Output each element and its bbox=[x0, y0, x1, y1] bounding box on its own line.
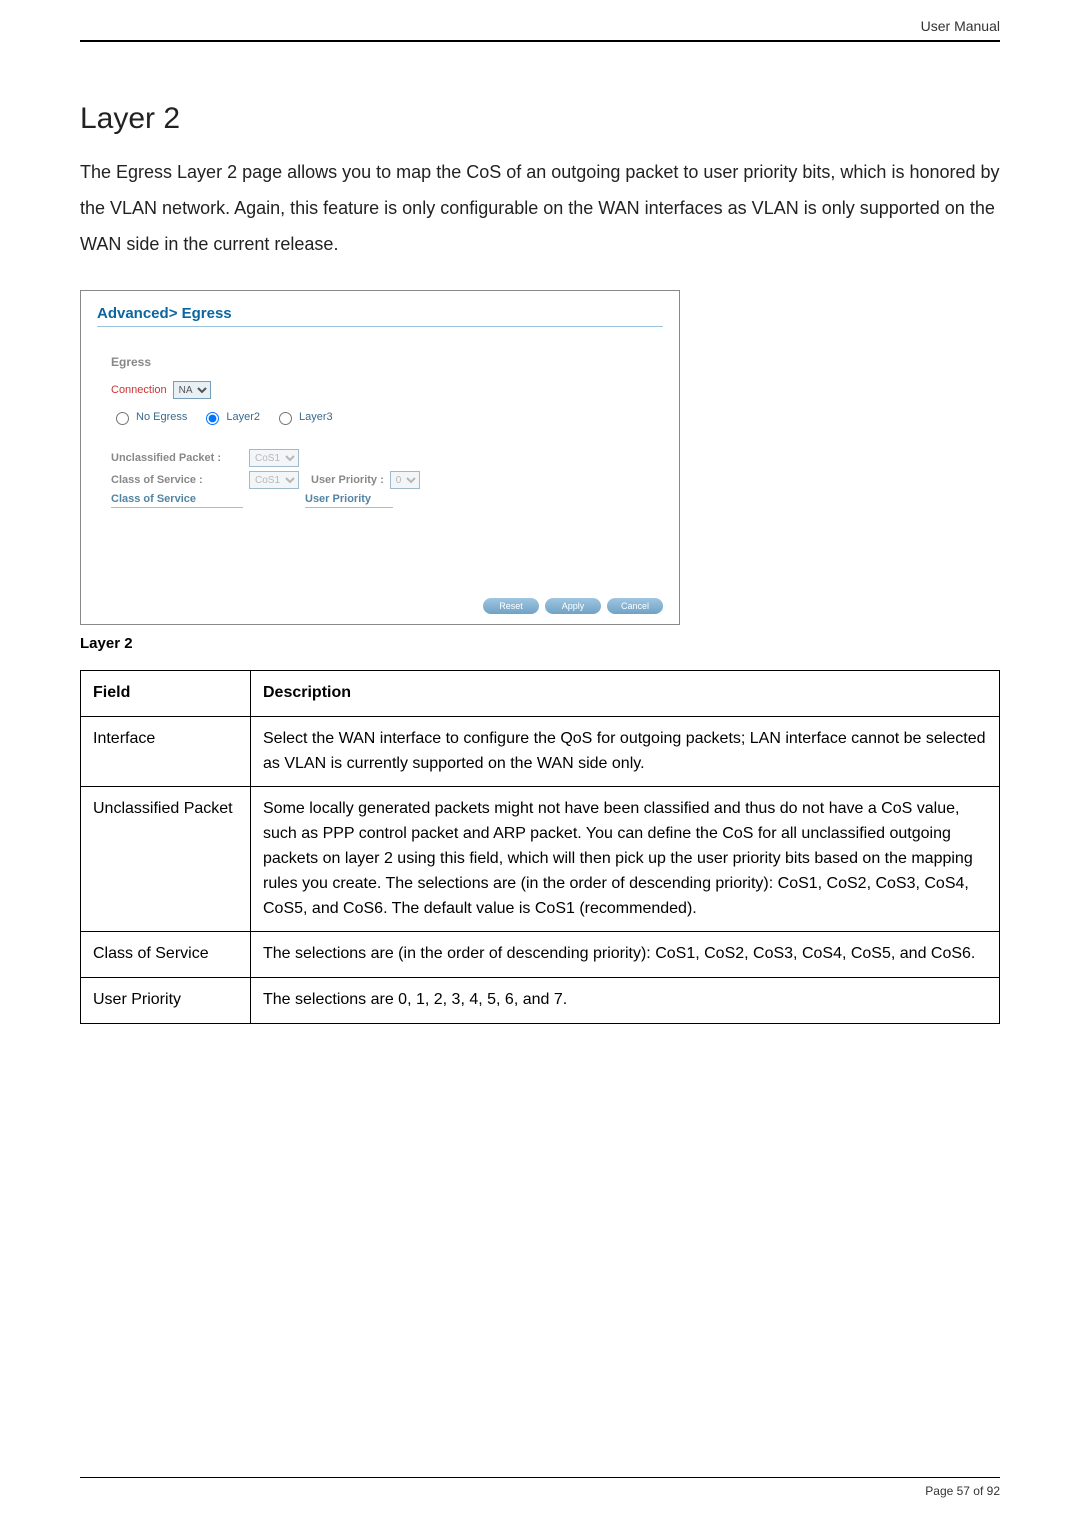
cos-table-header: Class of Service User Priority bbox=[111, 493, 663, 508]
page-footer: Page 57 of 92 bbox=[80, 1477, 1000, 1498]
unclassified-row: Unclassified Packet : CoS1 bbox=[111, 449, 663, 467]
radio-no-egress[interactable]: No Egress bbox=[111, 409, 187, 425]
cos-col-header: Class of Service bbox=[111, 493, 243, 508]
field-desc: Some locally generated packets might not… bbox=[251, 787, 1000, 932]
field-desc: Select the WAN interface to configure th… bbox=[251, 716, 1000, 787]
page-header: User Manual bbox=[80, 0, 1000, 42]
radio-no-egress-label: No Egress bbox=[136, 411, 187, 423]
th-field: Field bbox=[81, 671, 251, 717]
radio-layer2-label: Layer2 bbox=[226, 411, 260, 423]
field-name: Unclassified Packet bbox=[81, 787, 251, 932]
radio-no-egress-input[interactable] bbox=[116, 412, 129, 425]
up-col-header: User Priority bbox=[305, 493, 393, 508]
radio-layer2[interactable]: Layer2 bbox=[201, 409, 260, 425]
radio-layer3-label: Layer3 bbox=[299, 411, 333, 423]
field-table: Field Description Interface Select the W… bbox=[80, 670, 1000, 1024]
field-desc: The selections are 0, 1, 2, 3, 4, 5, 6, … bbox=[251, 978, 1000, 1024]
user-priority-select[interactable]: 0 bbox=[390, 471, 420, 489]
cancel-button[interactable]: Cancel bbox=[607, 598, 663, 614]
cos-row: Class of Service : CoS1 User Priority : … bbox=[111, 471, 663, 489]
table-row: User Priority The selections are 0, 1, 2… bbox=[81, 978, 1000, 1024]
table-row: Class of Service The selections are (in … bbox=[81, 932, 1000, 978]
radio-layer2-input[interactable] bbox=[206, 412, 219, 425]
egress-mode-radios: No Egress Layer2 Layer3 bbox=[111, 409, 663, 425]
figure-caption: Layer 2 bbox=[80, 635, 1000, 652]
egress-panel: Advanced> Egress Egress Connection NA No… bbox=[80, 290, 680, 625]
egress-heading: Egress bbox=[111, 355, 663, 369]
table-row: Unclassified Packet Some locally generat… bbox=[81, 787, 1000, 932]
panel-buttons: Reset Apply Cancel bbox=[97, 598, 663, 614]
egress-config-block: Unclassified Packet : CoS1 Class of Serv… bbox=[111, 449, 663, 508]
reset-button[interactable]: Reset bbox=[483, 598, 539, 614]
radio-layer3[interactable]: Layer3 bbox=[274, 409, 333, 425]
unclassified-label: Unclassified Packet : bbox=[111, 452, 243, 464]
intro-paragraph: The Egress Layer 2 page allows you to ma… bbox=[80, 154, 1000, 262]
unclassified-select[interactable]: CoS1 bbox=[249, 449, 299, 467]
cos-select[interactable]: CoS1 bbox=[249, 471, 299, 489]
page-number: Page 57 of 92 bbox=[925, 1484, 1000, 1498]
th-description: Description bbox=[251, 671, 1000, 717]
field-name: User Priority bbox=[81, 978, 251, 1024]
header-title: User Manual bbox=[921, 18, 1000, 34]
breadcrumb: Advanced> Egress bbox=[97, 305, 663, 327]
field-desc: The selections are (in the order of desc… bbox=[251, 932, 1000, 978]
radio-layer3-input[interactable] bbox=[279, 412, 292, 425]
table-row: Interface Select the WAN interface to co… bbox=[81, 716, 1000, 787]
section-heading: Layer 2 bbox=[80, 102, 1000, 136]
cos-label: Class of Service : bbox=[111, 474, 243, 486]
connection-select[interactable]: NA bbox=[173, 381, 211, 399]
apply-button[interactable]: Apply bbox=[545, 598, 601, 614]
field-name: Interface bbox=[81, 716, 251, 787]
connection-label: Connection bbox=[111, 384, 167, 396]
connection-row: Connection NA bbox=[111, 381, 663, 399]
field-name: Class of Service bbox=[81, 932, 251, 978]
user-priority-label: User Priority : bbox=[311, 474, 384, 486]
